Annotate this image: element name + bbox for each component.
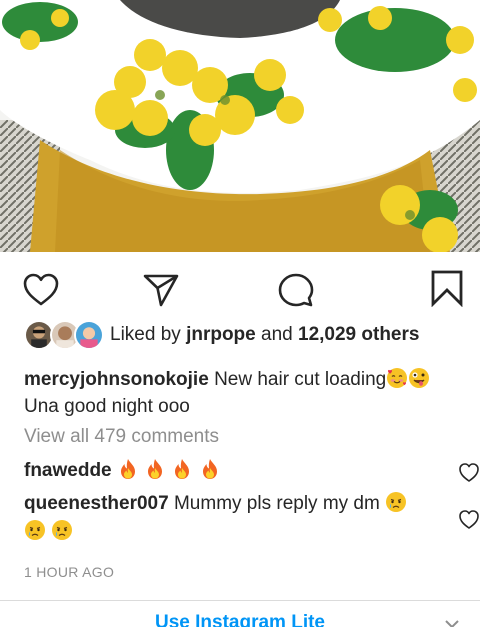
- post-media[interactable]: [0, 0, 480, 252]
- paper-plane-icon: [143, 274, 179, 307]
- share-button[interactable]: [142, 271, 180, 309]
- comment-username[interactable]: fnawedde: [24, 460, 112, 481]
- chevron-down-icon[interactable]: [444, 616, 460, 627]
- like-button[interactable]: [22, 271, 60, 309]
- comment-text: Mummy pls reply my dm: [173, 493, 380, 514]
- heart-outline-icon: [459, 510, 479, 529]
- zany-face-emoji: [408, 367, 430, 389]
- caption-username[interactable]: mercyjohnsonokojie: [24, 369, 209, 390]
- fire-emoji: [117, 458, 139, 480]
- fire-emoji: [199, 458, 221, 480]
- liked-by-and: and: [261, 324, 293, 345]
- comment-like-button[interactable]: [458, 462, 480, 484]
- caption-text: New hair cut loading: [214, 369, 387, 390]
- comment-bubble-icon: [278, 273, 313, 307]
- comment-like-button[interactable]: [458, 509, 480, 531]
- crying-face-emoji: [24, 519, 46, 541]
- liker-avatars: [24, 320, 104, 350]
- comment-username[interactable]: queenesther007: [24, 493, 169, 514]
- liked-by-user[interactable]: jnrpope: [186, 324, 256, 345]
- liked-by-others[interactable]: 12,029 others: [298, 324, 419, 345]
- fire-emoji: [144, 458, 166, 480]
- likes-summary[interactable]: Liked by jnrpope and 12,029 others: [24, 320, 419, 350]
- avatar: [74, 320, 104, 350]
- liked-by-prefix: Liked by: [110, 324, 181, 345]
- heart-outline-icon: [459, 463, 479, 482]
- fire-emoji: [171, 458, 193, 480]
- bookmark-icon: [431, 270, 463, 307]
- save-button[interactable]: [428, 269, 466, 307]
- caption-text-line-2: Una good night ooo: [24, 396, 190, 417]
- smiling-face-with-hearts-emoji: [386, 367, 408, 389]
- view-all-comments-link[interactable]: View all 479 comments: [24, 426, 219, 448]
- crying-face-emoji: [51, 519, 73, 541]
- heart-outline-icon: [23, 273, 59, 306]
- post-timestamp: 1 HOUR AGO: [24, 564, 115, 580]
- crying-face-emoji: [385, 491, 407, 513]
- liked-by-text: Liked by jnrpope and 12,029 others: [110, 324, 419, 346]
- comment-row: queenesther007 Mummy pls reply my dm: [24, 490, 449, 546]
- comment-row: fnawedde: [24, 457, 449, 485]
- post-action-bar: [0, 252, 480, 318]
- post-image: [0, 0, 480, 252]
- use-instagram-lite-link[interactable]: Use Instagram Lite: [0, 612, 480, 627]
- divider: [0, 600, 480, 601]
- post-caption: mercyjohnsonokojie New hair cut loading …: [24, 366, 464, 420]
